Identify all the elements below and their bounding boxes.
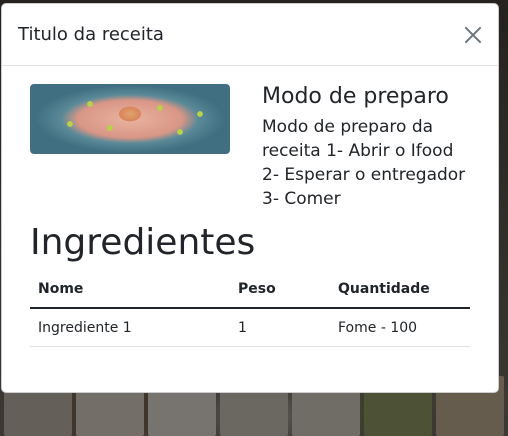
column-header-peso: Peso (230, 272, 330, 309)
recipe-modal: Titulo da receita Modo de preparo Modo d… (1, 3, 499, 393)
modal-title: Titulo da receita (18, 24, 164, 45)
column-header-nome: Nome (30, 272, 230, 309)
preparation-heading: Modo de preparo (262, 84, 449, 109)
ingredient-name: Ingrediente 1 (30, 307, 230, 347)
preparation-section: Modo de preparo Modo de preparo da recei… (262, 82, 470, 211)
recipe-image (30, 84, 230, 154)
ingredients-heading: Ingredientes (30, 222, 256, 263)
ingredients-table: Nome Peso Quantidade Ingrediente 1 1 Fom… (30, 272, 470, 347)
table-header-row: Nome Peso Quantidade (30, 272, 470, 309)
close-icon[interactable] (462, 24, 484, 46)
preparation-text: Modo de preparo da receita 1- Abrir o If… (262, 117, 466, 209)
modal-body: Modo de preparo Modo de preparo da recei… (2, 66, 498, 347)
column-header-quantidade: Quantidade (330, 272, 470, 309)
table-row: Ingrediente 1 1 Fome - 100 (30, 307, 470, 347)
ingredient-quantity: Fome - 100 (330, 307, 470, 347)
ingredient-weight: 1 (230, 307, 330, 347)
modal-header: Titulo da receita (2, 4, 498, 66)
recipe-summary: Modo de preparo Modo de preparo da recei… (30, 82, 470, 211)
